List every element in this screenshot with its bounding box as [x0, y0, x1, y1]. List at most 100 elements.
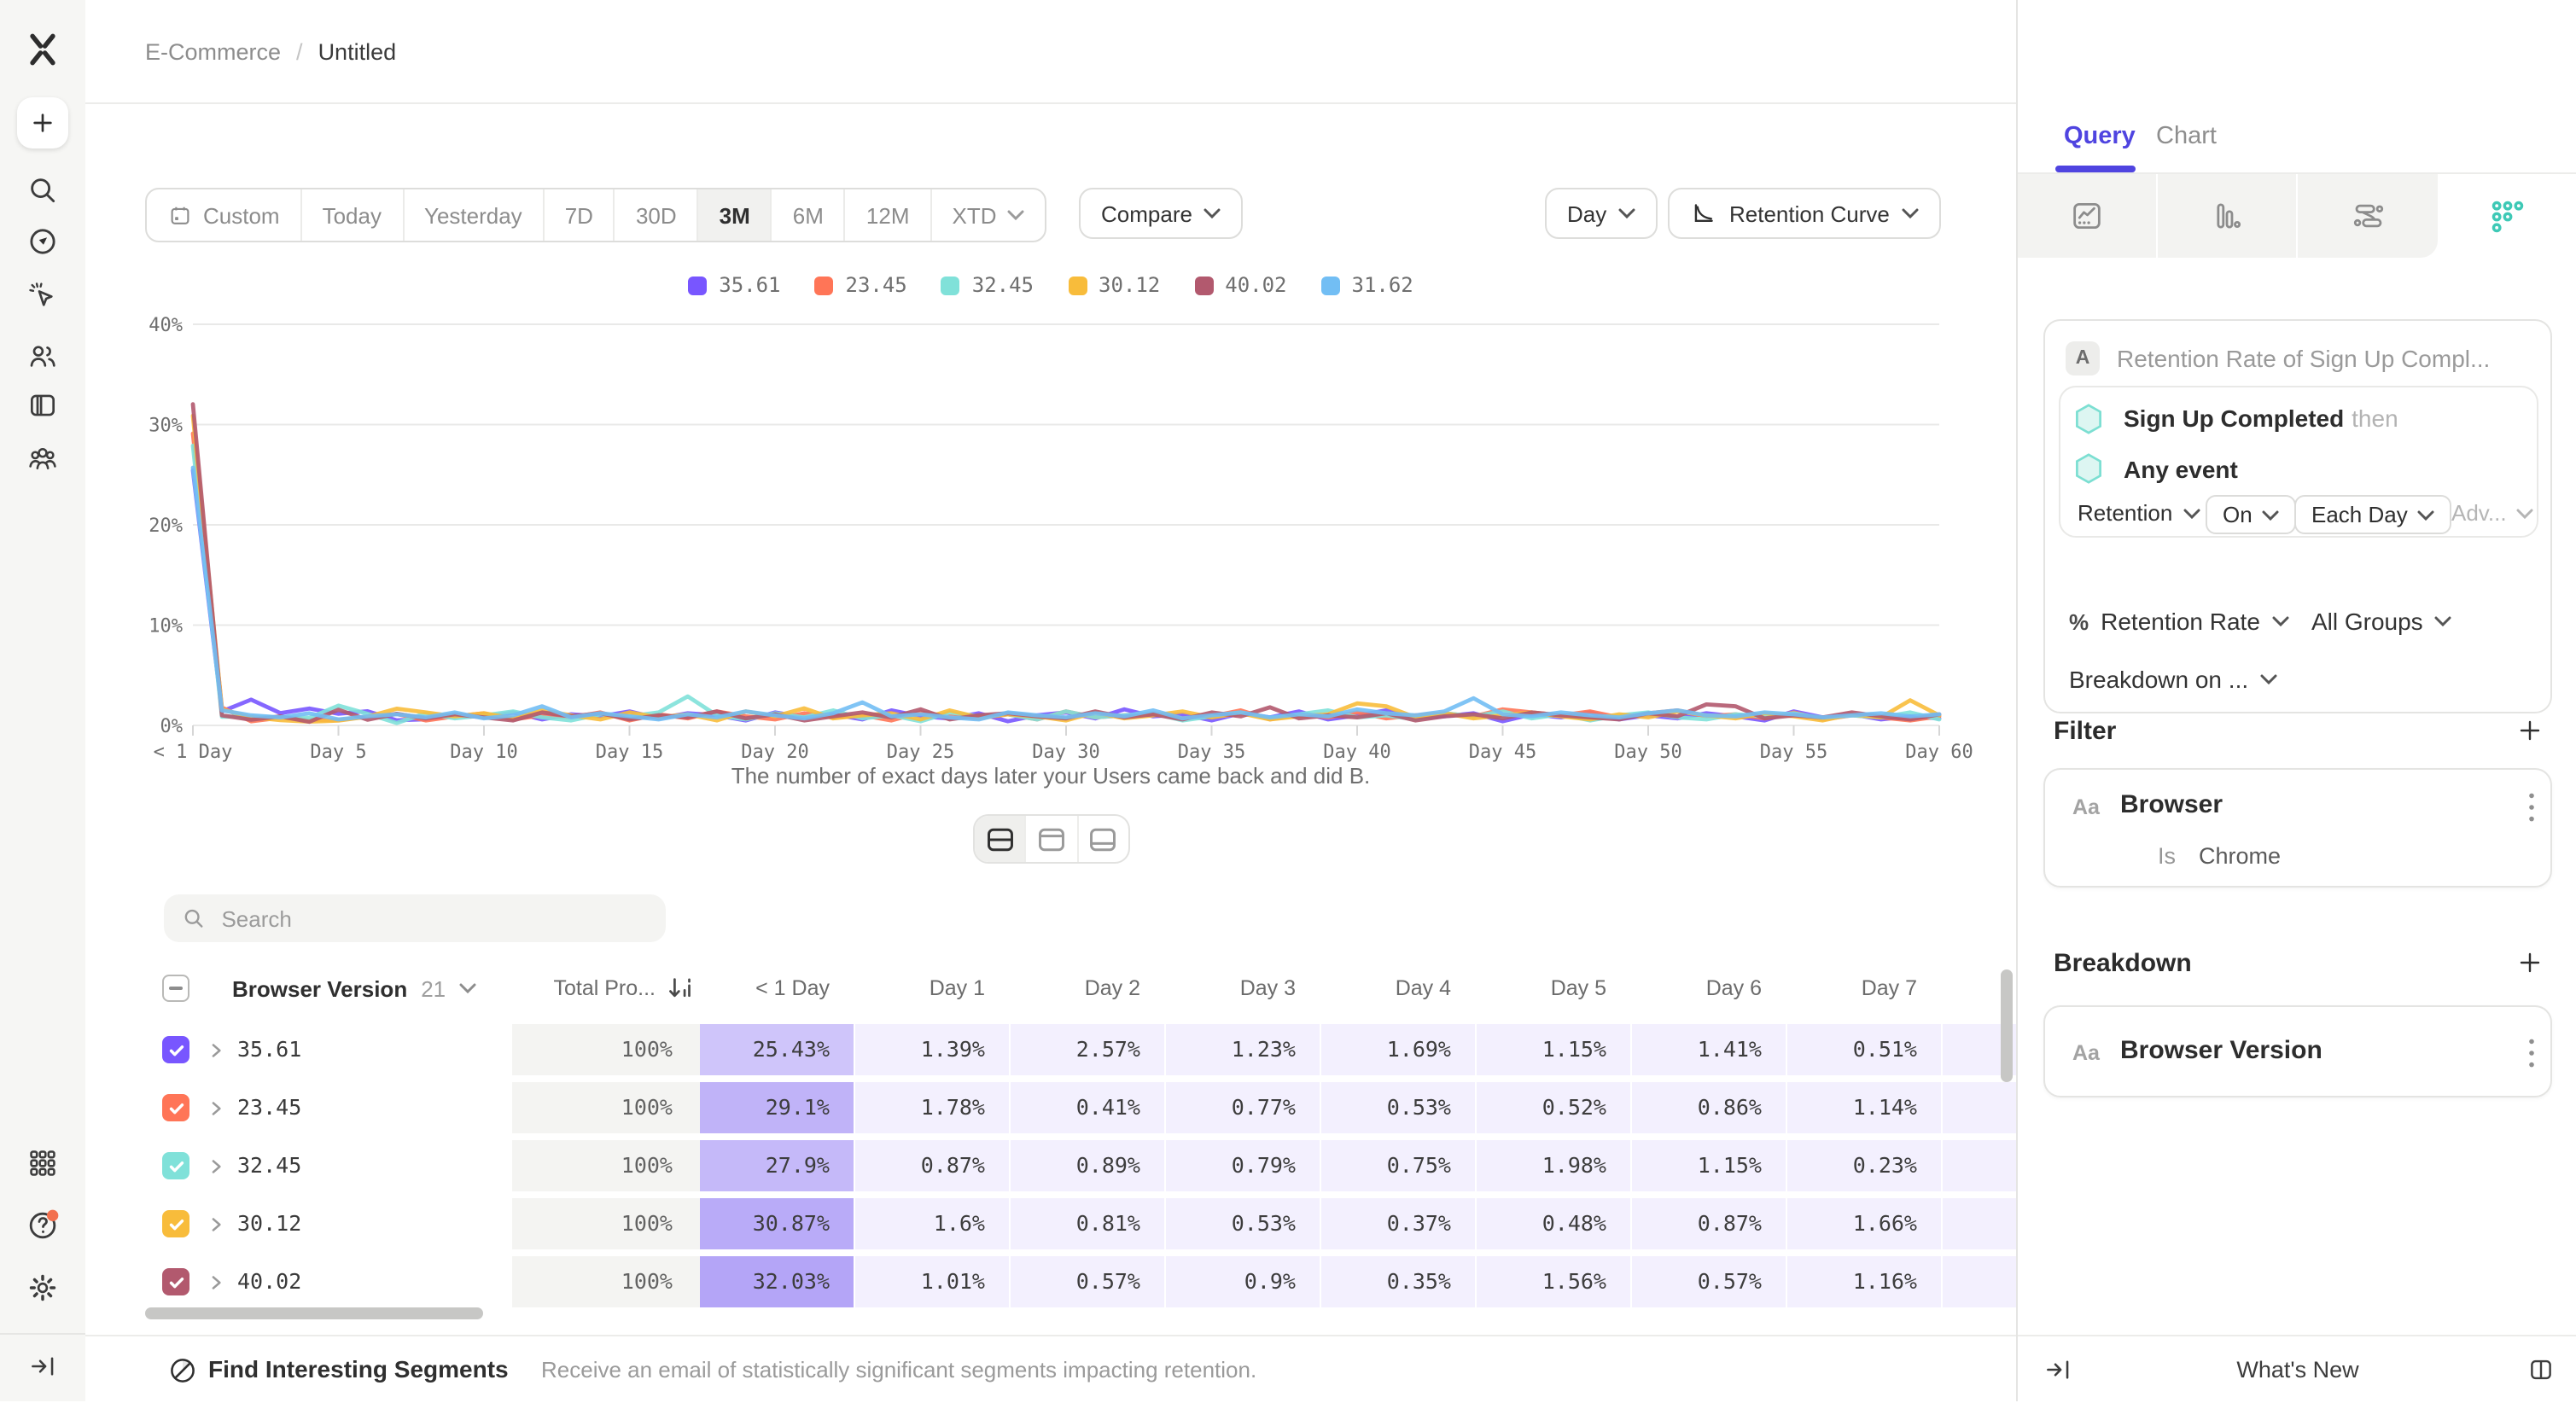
expand-chevron-icon[interactable] — [208, 1159, 224, 1174]
report-type-flows[interactable] — [2298, 174, 2438, 258]
svg-text:Day 15: Day 15 — [596, 742, 663, 763]
filter-operator[interactable]: Is — [2158, 843, 2176, 869]
chevron-down-icon[interactable] — [2435, 616, 2452, 626]
row-checkbox[interactable] — [162, 1036, 189, 1063]
day-column-header[interactable]: Day 7 — [1787, 963, 1941, 1014]
layout-split-button[interactable] — [975, 816, 1027, 862]
report-type-retention[interactable] — [2438, 174, 2576, 258]
boards-icon[interactable] — [26, 389, 59, 422]
range-yesterday[interactable]: Yesterday — [404, 189, 545, 241]
breakdown-on-dropdown[interactable]: Breakdown on ... — [2069, 666, 2248, 693]
events-cursor-icon[interactable] — [26, 280, 59, 312]
row-label: 30.12 — [237, 1198, 301, 1249]
range-6m[interactable]: 6M — [772, 189, 846, 241]
expand-sidebar-icon[interactable] — [28, 1352, 57, 1381]
tab-query[interactable]: Query — [2064, 123, 2136, 150]
expand-chevron-icon[interactable] — [208, 1275, 224, 1290]
add-filter-icon[interactable] — [2516, 717, 2544, 744]
vertical-scrollbar[interactable] — [2001, 969, 2013, 1082]
report-type-insights[interactable] — [2018, 174, 2158, 258]
breakdown-on-row: Breakdown on ... — [2069, 666, 2277, 693]
horizontal-scrollbar[interactable] — [145, 1307, 483, 1319]
chevron-down-icon[interactable] — [2260, 674, 2277, 684]
filter-card[interactable]: Aa Browser Is Chrome — [2043, 768, 2552, 888]
rate-dropdown[interactable]: Retention Rate — [2101, 608, 2260, 635]
apps-grid-icon[interactable] — [26, 1147, 59, 1179]
granularity-button[interactable]: Day — [1545, 188, 1658, 239]
tab-chart[interactable]: Chart — [2156, 123, 2217, 150]
row-checkbox[interactable] — [162, 1094, 189, 1121]
query-title[interactable]: Retention Rate of Sign Up Compl... — [2117, 345, 2490, 372]
mixpanel-logo-icon[interactable] — [24, 31, 61, 68]
search-nav-icon[interactable] — [26, 174, 59, 207]
kebab-menu-icon[interactable] — [2528, 1038, 2535, 1068]
range-xtd[interactable]: XTD — [932, 189, 1045, 241]
columns-panel-icon[interactable] — [2526, 1355, 2556, 1384]
day-column-header[interactable]: Day 5 — [1477, 963, 1630, 1014]
search-icon — [183, 906, 204, 930]
sidebar-divider — [0, 1333, 85, 1335]
report-type-funnels[interactable] — [2158, 174, 2298, 258]
step-return-event[interactable]: Any event — [2074, 452, 2238, 485]
breakdown-card[interactable]: Aa Browser Version — [2043, 1005, 2552, 1097]
range-12m[interactable]: 12M — [846, 189, 932, 241]
group-column-label[interactable]: Browser Version — [232, 975, 407, 1001]
cohorts-icon[interactable] — [26, 442, 59, 474]
filter-value[interactable]: Chrome — [2199, 843, 2281, 869]
users-icon[interactable] — [26, 340, 59, 372]
chevron-down-icon[interactable] — [2272, 616, 2289, 626]
create-new-button[interactable] — [17, 97, 68, 148]
retention-type-dropdown[interactable]: Retention — [2078, 500, 2200, 526]
kebab-menu-icon[interactable] — [2528, 792, 2535, 823]
collapse-panel-icon[interactable] — [2043, 1355, 2072, 1384]
layout-chart-only-button[interactable] — [1027, 816, 1079, 862]
day-column-header[interactable]: < 1 Day — [700, 963, 854, 1014]
chart-view-button[interactable]: Retention Curve — [1668, 188, 1941, 239]
sort-icon[interactable] — [666, 973, 693, 1004]
row-checkbox[interactable] — [162, 1210, 189, 1237]
retention-cell: 1.23% — [1166, 1024, 1320, 1075]
whats-new-link[interactable]: What's New — [2018, 1336, 2576, 1403]
step-first-event[interactable]: Sign Up Completed then — [2074, 403, 2398, 435]
compare-button[interactable]: Compare — [1079, 188, 1244, 239]
settings-gear-icon[interactable] — [26, 1272, 59, 1304]
each-day-dropdown[interactable]: Each Day — [2294, 495, 2452, 534]
add-breakdown-icon[interactable] — [2516, 949, 2544, 976]
row-checkbox[interactable] — [162, 1268, 189, 1295]
day-column-header[interactable]: Day 1 — [855, 963, 1009, 1014]
day-column-header[interactable]: Day 2 — [1011, 963, 1164, 1014]
layout-table-only-button[interactable] — [1078, 816, 1128, 862]
breadcrumb-project[interactable]: E-Commerce — [145, 38, 281, 64]
retention-line-chart[interactable]: 0%10%20%30%40%< 1 DayDay 5Day 10Day 15Da… — [85, 256, 2016, 768]
query-badge: A — [2066, 341, 2100, 375]
hexagon-icon — [2074, 452, 2103, 485]
row-label: 32.45 — [237, 1140, 301, 1191]
row-checkbox[interactable] — [162, 1152, 189, 1179]
groups-dropdown[interactable]: All Groups — [2311, 608, 2423, 635]
on-dropdown[interactable]: On — [2206, 495, 2297, 534]
chevron-down-icon[interactable] — [459, 983, 476, 993]
expand-chevron-icon[interactable] — [208, 1217, 224, 1232]
filter-property-name[interactable]: Browser — [2120, 790, 2223, 819]
expand-chevron-icon[interactable] — [208, 1101, 224, 1116]
expand-chevron-icon[interactable] — [208, 1043, 224, 1058]
range-7d[interactable]: 7D — [545, 189, 615, 241]
advanced-dropdown[interactable]: Adv... — [2451, 500, 2534, 526]
retention-cell: 27.9% — [700, 1140, 854, 1191]
date-range-control: Custom Today Yesterday 7D 30D 3M 6M 12M … — [145, 188, 1046, 242]
find-segments-button[interactable]: Find Interesting Segments — [208, 1336, 509, 1401]
day-column-header[interactable]: Day 4 — [1321, 963, 1475, 1014]
search-input[interactable] — [218, 904, 647, 933]
breadcrumb-doc-title[interactable]: Untitled — [318, 38, 397, 64]
total-column-header[interactable]: Total Pro... — [512, 963, 656, 1014]
day-column-header[interactable]: Day 6 — [1632, 963, 1786, 1014]
breakdown-property-name[interactable]: Browser Version — [2120, 1036, 2322, 1065]
day-column-header[interactable]: Day 3 — [1166, 963, 1320, 1014]
range-custom[interactable]: Custom — [147, 189, 302, 241]
select-all-checkbox[interactable] — [162, 975, 189, 1002]
range-today[interactable]: Today — [302, 189, 404, 241]
range-30d[interactable]: 30D — [615, 189, 699, 241]
range-3m[interactable]: 3M — [699, 189, 772, 241]
explore-compass-icon[interactable] — [26, 225, 59, 258]
help-icon[interactable] — [26, 1208, 60, 1243]
